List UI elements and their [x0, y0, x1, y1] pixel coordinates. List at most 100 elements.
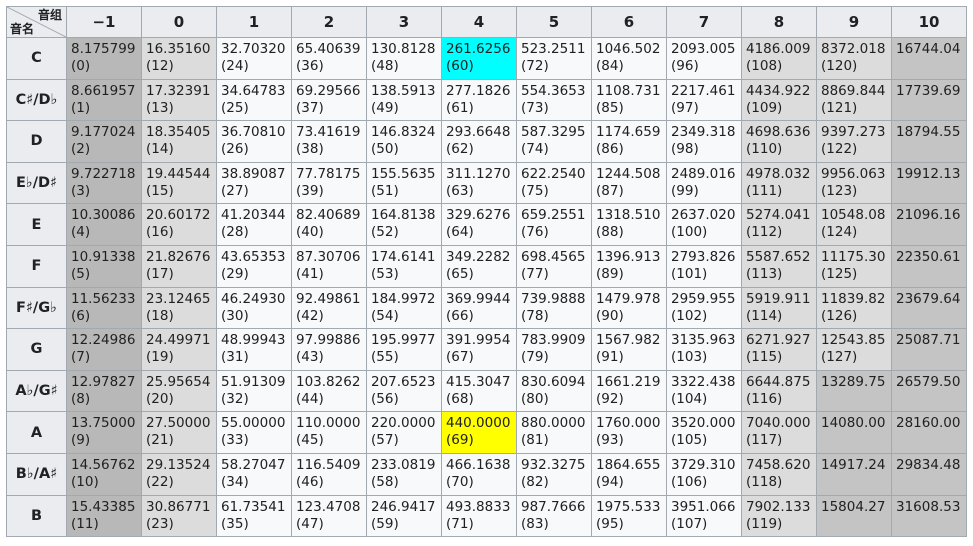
frequency-cell: 55.00000 (33)	[216, 411, 292, 454]
frequency-value: 11175.30	[821, 248, 886, 265]
frequency-value: 220.0000	[371, 415, 436, 432]
frequency-cell: 73.41619 (38)	[291, 120, 367, 163]
frequency-cell: 9.722718 (3)	[66, 161, 142, 205]
midi-number: (54)	[371, 307, 399, 324]
midi-number: (25)	[221, 99, 249, 116]
frequency-cell: 1318.510 (88)	[591, 203, 667, 246]
midi-number: (65)	[446, 265, 474, 282]
frequency-cell: 987.7666 (83)	[516, 494, 592, 538]
midi-number: (57)	[371, 432, 399, 449]
midi-number: (39)	[296, 182, 324, 199]
midi-number: (112)	[746, 224, 783, 241]
frequency-value: 116.5409	[296, 456, 361, 473]
frequency-value: 1661.219	[596, 373, 661, 390]
midi-number: (0)	[71, 58, 91, 74]
table-row: B♭/A♯ 14.56762 (10) 29.13524 (22) 58.27047 (34…	[6, 452, 967, 496]
midi-number: (117)	[746, 432, 783, 449]
frequency-cell: 184.9972 (54)	[366, 286, 442, 330]
frequency-cell: 13289.75	[816, 369, 892, 413]
frequency-value: 9.722718	[71, 165, 136, 182]
frequency-cell: 830.6094 (80)	[516, 369, 592, 413]
frequency-cell: 2489.016 (99)	[666, 161, 742, 205]
midi-number: (47)	[296, 515, 324, 532]
midi-number: (44)	[296, 390, 324, 407]
frequency-value: 493.8833	[446, 498, 511, 515]
midi-number: (15)	[146, 182, 174, 199]
frequency-value: 26579.50	[896, 373, 961, 390]
midi-number: (8)	[71, 390, 91, 407]
midi-number: (97)	[671, 99, 699, 116]
midi-number: (67)	[446, 349, 474, 366]
note-frequency-table: 音组 音名 −1 0 1 2 3 4 5 6 7 8 9 10 C 8.175799 (0) 16.3516…	[6, 6, 967, 538]
frequency-value: 329.6276	[446, 207, 511, 224]
midi-number: (27)	[221, 182, 249, 199]
frequency-cell: 27.50000 (21)	[141, 411, 217, 454]
frequency-value: 3951.066	[671, 498, 736, 515]
frequency-value: 12.24986	[71, 332, 136, 349]
midi-number: (79)	[521, 349, 549, 366]
frequency-cell: 17.32391 (13)	[141, 78, 217, 122]
frequency-value: 2637.020	[671, 207, 736, 224]
frequency-cell: 18794.55	[891, 120, 967, 163]
midi-number: (91)	[596, 349, 624, 366]
midi-number: (45)	[296, 432, 324, 449]
frequency-value: 830.6094	[521, 373, 586, 390]
frequency-value: 43.65353	[221, 248, 286, 265]
midi-number: (93)	[596, 432, 624, 449]
frequency-value: 13.75000	[71, 415, 136, 432]
midi-number: (90)	[596, 307, 624, 324]
midi-number: (77)	[521, 265, 549, 282]
frequency-value: 15804.27	[821, 498, 886, 515]
frequency-cell: 932.3275 (82)	[516, 452, 592, 496]
frequency-value: 82.40689	[296, 207, 361, 224]
midi-number: (23)	[146, 515, 174, 532]
frequency-value: 698.4565	[521, 248, 586, 265]
frequency-cell: 65.40639 (36)	[291, 37, 367, 80]
frequency-value: 87.30706	[296, 248, 361, 265]
frequency-cell: 554.3653 (73)	[516, 78, 592, 122]
frequency-value: 4978.032	[746, 165, 811, 182]
midi-number: (86)	[596, 141, 624, 158]
midi-number: (83)	[521, 515, 549, 532]
frequency-value: 5274.041	[746, 207, 811, 224]
frequency-value: 880.0000	[521, 415, 586, 432]
octave-header: 6	[591, 6, 667, 38]
frequency-value: 9956.063	[821, 165, 886, 182]
frequency-cell: 12543.85 (127)	[816, 328, 892, 371]
midi-number: (127)	[821, 349, 858, 366]
frequency-cell: 58.27047 (34)	[216, 452, 292, 496]
frequency-value: 174.6141	[371, 248, 436, 265]
octave-header: 5	[516, 6, 592, 38]
midi-number: (6)	[71, 307, 91, 324]
midi-number: (109)	[746, 99, 783, 116]
midi-number: (22)	[146, 473, 174, 490]
frequency-value: 25087.71	[896, 332, 961, 349]
frequency-value: 1108.731	[596, 82, 661, 99]
frequency-cell: 195.9977 (55)	[366, 328, 442, 371]
frequency-value: 10.91338	[71, 248, 136, 265]
frequency-cell: 61.73541 (35)	[216, 494, 292, 538]
frequency-value: 4698.636	[746, 124, 811, 141]
octave-header: 4	[441, 6, 517, 38]
midi-number: (52)	[371, 224, 399, 241]
frequency-cell: 123.4708 (47)	[291, 494, 367, 538]
frequency-value: 164.8138	[371, 207, 436, 224]
frequency-cell: 103.8262 (44)	[291, 369, 367, 413]
frequency-cell: 329.6276 (64)	[441, 203, 517, 246]
midi-number: (75)	[521, 182, 549, 199]
frequency-cell: 9.177024 (2)	[66, 120, 142, 163]
midi-number: (12)	[146, 58, 174, 74]
frequency-cell: 4186.009 (108)	[741, 37, 817, 80]
octave-header: 9	[816, 6, 892, 38]
note-name-header: E	[6, 203, 67, 246]
midi-number: (73)	[521, 99, 549, 116]
frequency-cell: 8869.844 (121)	[816, 78, 892, 122]
frequency-value: 1760.000	[596, 415, 661, 432]
midi-number: (19)	[146, 349, 174, 366]
frequency-cell: 28160.00	[891, 411, 967, 454]
midi-number: (62)	[446, 141, 474, 158]
midi-number: (123)	[821, 182, 858, 199]
midi-number: (53)	[371, 265, 399, 282]
octave-header: 3	[366, 6, 442, 38]
table-row: E♭/D♯ 9.722718 (3) 19.44544 (15) 38.89087 (27)…	[6, 161, 967, 205]
